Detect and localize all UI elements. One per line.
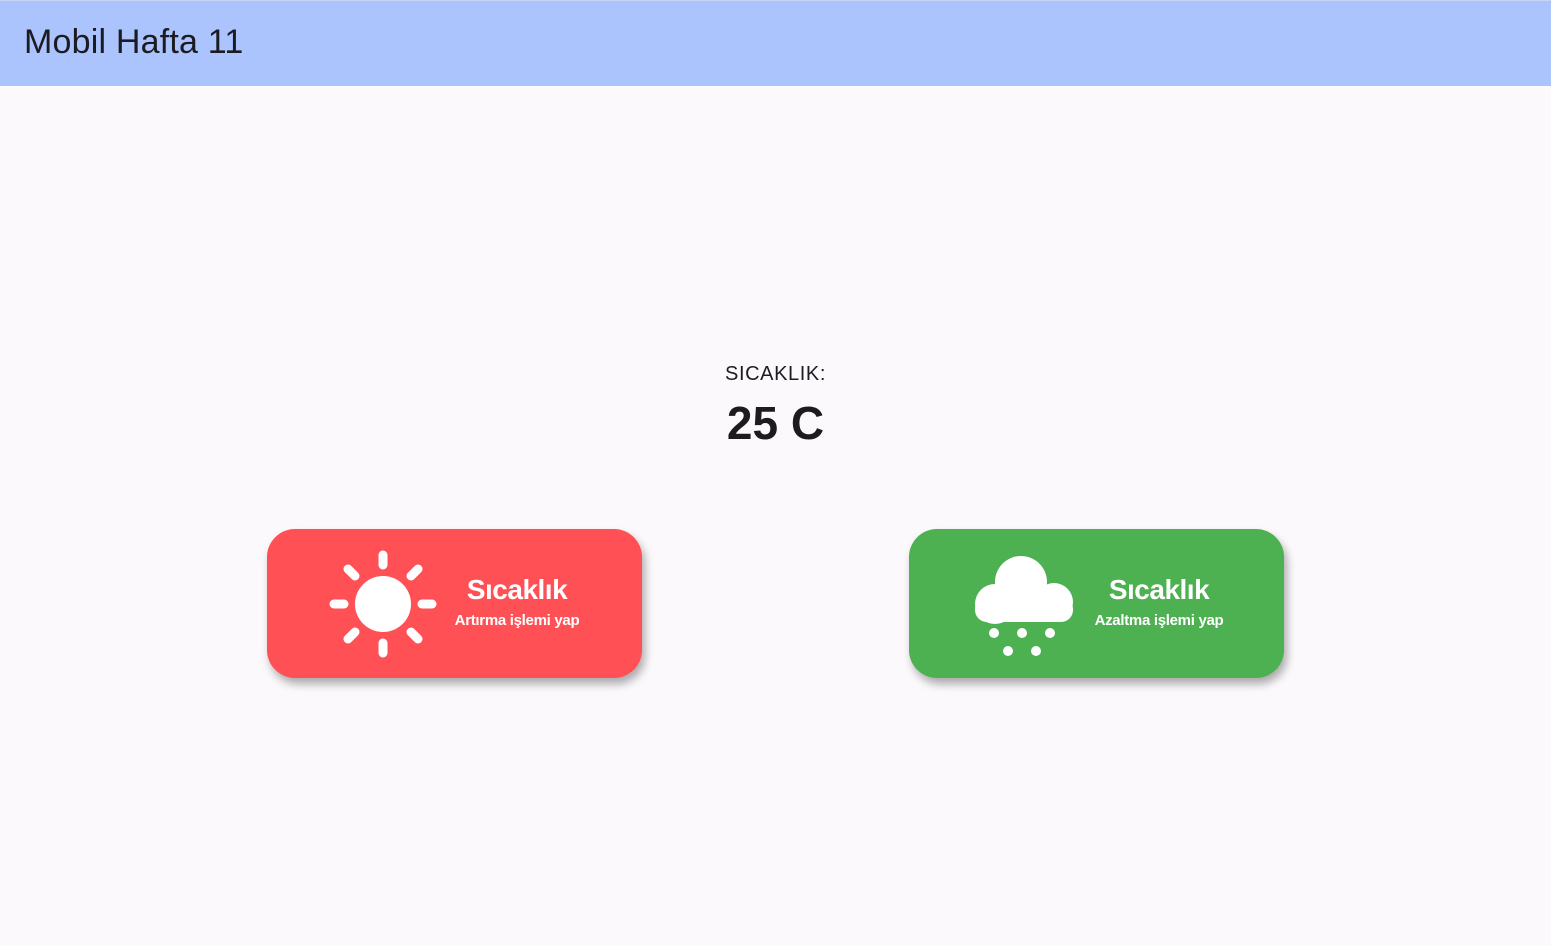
- decrease-button-subtitle: Azaltma işlemi yap: [1094, 612, 1224, 629]
- app-bar: Mobil Hafta 11: [0, 0, 1551, 86]
- temperature-value: 25 C: [726, 397, 825, 449]
- increase-button-subtitle: Artırma işlemi yap: [454, 612, 580, 629]
- app-title: Mobil Hafta 11: [24, 23, 244, 61]
- decrease-button-text: Sıcaklık Azaltma işlemi yap: [1064, 573, 1254, 629]
- decrease-temperature-button[interactable]: Sıcaklık Azaltma işlemi yap: [909, 529, 1284, 678]
- increase-button-text: Sıcaklık Artırma işlemi yap: [422, 573, 612, 629]
- increase-button-title: Sıcaklık: [466, 574, 568, 605]
- increase-temperature-button[interactable]: Sıcaklık Artırma işlemi yap: [267, 529, 642, 678]
- app-screen: Mobil Hafta 11 SICAKLIK: 25 C Sıcaklık A…: [0, 0, 1551, 946]
- decrease-button-title: Sıcaklık: [1108, 574, 1210, 605]
- temperature-label: SICAKLIK:: [725, 363, 826, 385]
